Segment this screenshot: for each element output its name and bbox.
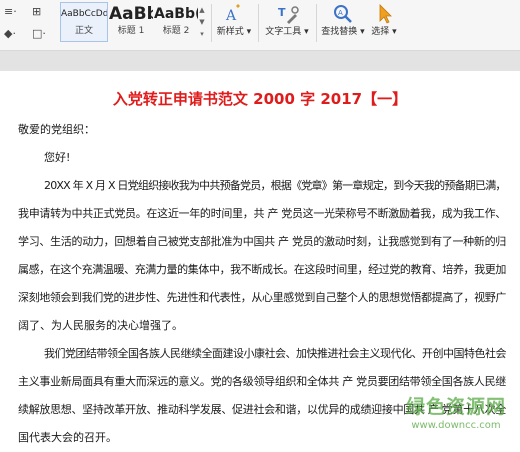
separator bbox=[211, 4, 212, 42]
ribbon-toolbar: ≡· ⊞ ◆· □· AaBbCcDd 正文 AaBb 标题 1 AaBb( 标… bbox=[0, 0, 520, 51]
text-line: 阔了、为人民服务的决心增强了。 bbox=[18, 319, 183, 332]
separator bbox=[258, 4, 259, 42]
style-heading-1-sample: AaBb bbox=[109, 4, 153, 24]
document-title: 入党转正申请书范文 2000 字 2017【一】 bbox=[112, 90, 408, 108]
style-normal[interactable]: AaBbCcDd 正文 bbox=[60, 2, 108, 42]
table-grid-icon[interactable]: ⊞ bbox=[32, 6, 41, 18]
text-line: 我申请转为中共正式党员。在这近一年的时间里，共 产 党员这一光荣称号不断激励着我… bbox=[18, 207, 506, 220]
new-style-icon: A bbox=[214, 2, 254, 26]
text-line: 学习、生活的动力，回想着自己被党支部批准为中国共 产 党员的激动时刻，让我感觉到… bbox=[18, 235, 506, 248]
text-tools-button[interactable]: T 文字工具 ▾ bbox=[262, 2, 312, 38]
style-normal-label: 正文 bbox=[74, 26, 93, 36]
style-heading-2-label: 标题 2 bbox=[162, 26, 190, 36]
style-heading-1-label: 标题 1 bbox=[117, 26, 145, 36]
watermark-title: 绿色资源网 bbox=[405, 396, 506, 418]
svg-text:A: A bbox=[225, 8, 237, 24]
gallery-more-icon[interactable]: ▾ bbox=[200, 30, 204, 38]
new-style-button[interactable]: A 新样式 ▾ bbox=[214, 2, 254, 38]
page-gap bbox=[0, 51, 520, 71]
text-tools-label: 文字工具 ▾ bbox=[265, 27, 309, 37]
text-line: 属感，在这个充满温暖、充满力量的集体中，我不断成长。在这段时间里，经过党的教育、… bbox=[18, 263, 506, 276]
find-replace-icon: A bbox=[320, 2, 366, 26]
svg-text:T: T bbox=[278, 6, 286, 19]
select-button[interactable]: 选择 ▾ bbox=[368, 2, 400, 38]
text-line: 我们党团结带领全国各族人民继续全面建设小康社会、加快推进社会主义现代化、开创中国… bbox=[44, 347, 507, 360]
line-spacing-icon[interactable]: ≡· bbox=[4, 6, 17, 18]
style-heading-2[interactable]: AaBb( 标题 2 bbox=[153, 2, 199, 42]
style-gallery-scroll[interactable]: ▲ ▼ ▾ bbox=[197, 4, 207, 40]
select-label: 选择 ▾ bbox=[371, 27, 397, 37]
style-heading-1[interactable]: AaBb 标题 1 bbox=[108, 2, 154, 42]
paragraph-tools: ≡· ⊞ ◆· □· bbox=[0, 0, 58, 50]
text-line: 20XX 年 X 月 X 日党组织接收我为中共预备党员，根据《党章》第一章规定，… bbox=[44, 179, 506, 192]
svg-text:A: A bbox=[338, 9, 343, 17]
find-replace-button[interactable]: A 查找替换 ▾ bbox=[320, 2, 366, 38]
shading-icon[interactable]: ◆· bbox=[4, 28, 16, 40]
text-line: 深刻地领会到我们党的进步性、先进性和代表性，从心里感觉到自己整个人的思想觉悟都提… bbox=[18, 291, 506, 304]
cursor-arrow-icon bbox=[368, 2, 400, 26]
scroll-down-icon[interactable]: ▼ bbox=[199, 18, 204, 26]
site-watermark: 绿色资源网 www.downcc.com bbox=[396, 392, 516, 431]
scroll-up-icon[interactable]: ▲ bbox=[199, 6, 204, 14]
salutation: 敬爱的党组织： bbox=[18, 123, 95, 136]
greeting: 您好! bbox=[44, 151, 71, 164]
new-style-label: 新样式 ▾ bbox=[216, 27, 252, 37]
separator bbox=[316, 4, 317, 42]
find-replace-label: 查找替换 ▾ bbox=[321, 27, 365, 37]
border-icon[interactable]: □· bbox=[32, 28, 46, 40]
text-tools-icon: T bbox=[262, 2, 312, 26]
style-heading-2-sample: AaBb( bbox=[154, 6, 198, 22]
watermark-url: www.downcc.com bbox=[411, 420, 501, 431]
style-normal-sample: AaBbCcDd bbox=[61, 9, 107, 19]
